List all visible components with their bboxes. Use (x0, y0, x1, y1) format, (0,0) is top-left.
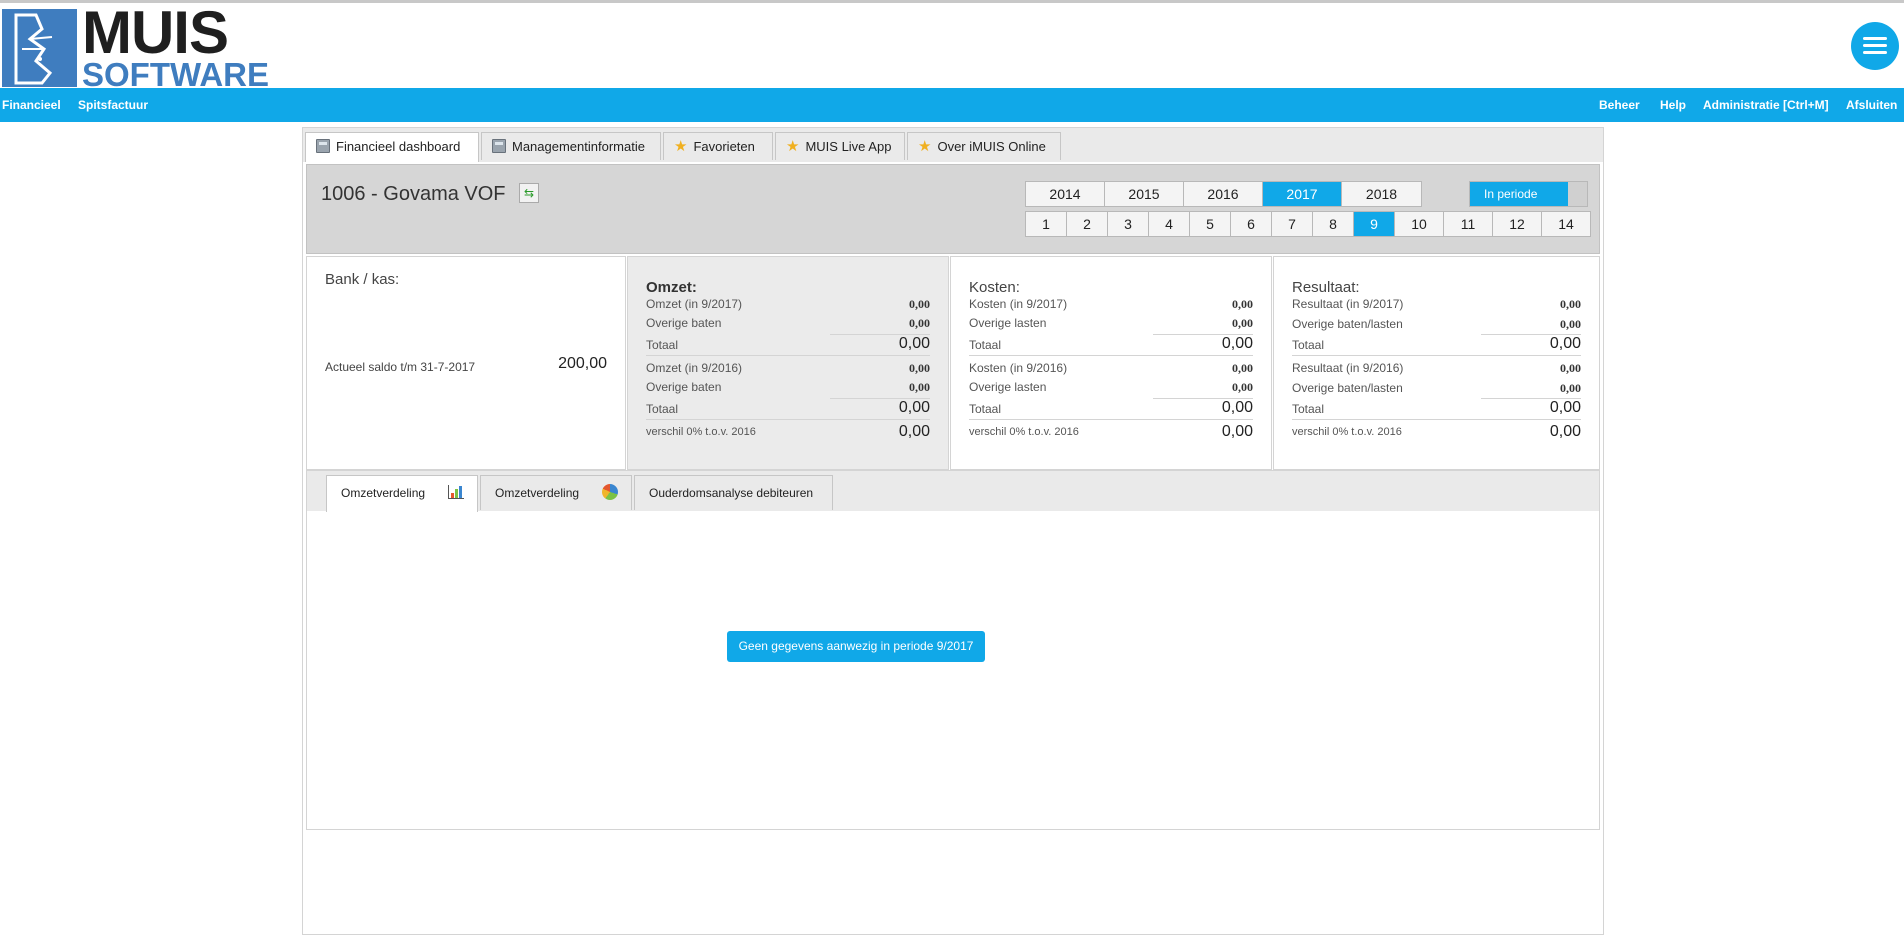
nav-help[interactable]: Help (1660, 98, 1686, 112)
resultaat-prev-total-row: Totaal 0,00 (1292, 399, 1581, 416)
year-2015[interactable]: 2015 (1105, 182, 1184, 206)
tab-managementinformatie[interactable]: Managementinformatie (481, 132, 661, 160)
resultaat-prev-other-row: Overige baten/lasten 0,00 (1292, 381, 1581, 395)
period-11[interactable]: 11 (1444, 212, 1493, 236)
omzet-cur-total-row: Totaal 0,00 (646, 335, 930, 352)
pie-chart-icon (602, 484, 619, 500)
period-1[interactable]: 1 (1026, 212, 1067, 236)
omzet-prev-other-row: Overige baten 0,00 (646, 380, 930, 394)
tab-over-imuis-online[interactable]: ★ Over iMUIS Online (907, 132, 1061, 160)
divider (969, 419, 1253, 420)
switch-administration-icon[interactable]: ⇆ (519, 183, 539, 203)
year-2017[interactable]: 2017 (1263, 182, 1342, 206)
app-header: MUIS SOFTWARE (0, 3, 1904, 91)
resultaat-title: Resultaat: (1292, 279, 1360, 296)
tab-omzetverdeling-pie[interactable]: Omzetverdeling (480, 475, 632, 510)
omzet-panel: Omzet: Omzet (in 9/2017) 0,00 Overige bat… (627, 256, 949, 470)
bank-kas-panel: Bank / kas: Actueel saldo t/m 31-7-2017 … (306, 256, 626, 470)
chart-area: Omzetverdeling Omzetverdeling Ouderdomsa… (306, 470, 1600, 830)
omzet-cur-other-row: Overige baten 0,00 (646, 316, 930, 330)
resultaat-diff-row: verschil 0% t.o.v. 2016 0,00 (1292, 423, 1581, 440)
nav-financieel[interactable]: Financieel (2, 98, 61, 112)
kosten-diff-row: verschil 0% t.o.v. 2016 0,00 (969, 423, 1253, 440)
calculator-icon (492, 139, 506, 153)
year-selector: 2014 2015 2016 2017 2018 (1025, 181, 1422, 207)
company-panel: 1006 - Govama VOF ⇆ 2014 2015 2016 2017 … (306, 164, 1600, 254)
divider (646, 419, 930, 420)
resultaat-cur-total-row: Totaal 0,00 (1292, 335, 1581, 352)
bank-saldo-label: Actueel saldo t/m 31-7-2017 (325, 360, 476, 374)
nav-afsluiten[interactable]: Afsluiten (1846, 98, 1897, 112)
logo-text-software: SOFTWARE (82, 56, 269, 93)
divider (1292, 419, 1581, 420)
company-title: 1006 - Govama VOF (321, 183, 506, 205)
summary-panels: Bank / kas: Actueel saldo t/m 31-7-2017 … (306, 256, 1600, 470)
year-2014[interactable]: 2014 (1026, 182, 1105, 206)
period-3[interactable]: 3 (1108, 212, 1149, 236)
period-selector: 1 2 3 4 5 6 7 8 9 10 11 12 14 (1025, 211, 1591, 237)
logo-mouse-icon (2, 9, 77, 87)
star-icon: ★ (918, 138, 932, 155)
tab-muis-live-app[interactable]: ★ MUIS Live App (775, 132, 905, 160)
divider (1292, 355, 1581, 356)
nav-spitsfactuur[interactable]: Spitsfactuur (78, 98, 148, 112)
kosten-prev-row: Kosten (in 9/2016) 0,00 (969, 361, 1253, 375)
resultaat-prev-row: Resultaat (in 9/2016) 0,00 (1292, 361, 1581, 375)
star-icon: ★ (674, 138, 688, 155)
period-14[interactable]: 14 (1542, 212, 1590, 236)
omzet-diff-row: verschil 0% t.o.v. 2016 0,00 (646, 423, 930, 440)
period-6[interactable]: 6 (1231, 212, 1272, 236)
kosten-title: Kosten: (969, 279, 1020, 296)
hamburger-menu-icon[interactable] (1851, 22, 1899, 70)
omzet-title: Omzet: (646, 279, 697, 296)
bank-kas-title: Bank / kas: (325, 271, 400, 288)
kosten-cur-row: Kosten (in 9/2017) 0,00 (969, 297, 1253, 311)
main-navbar: Financieel Spitsfactuur Beheer Help Admi… (0, 88, 1904, 122)
kosten-prev-other-row: Overige lasten 0,00 (969, 380, 1253, 394)
nav-administratie[interactable]: Administratie [Ctrl+M] (1703, 98, 1829, 112)
tab-favorieten[interactable]: ★ Favorieten (663, 132, 773, 160)
kosten-cur-other-row: Overige lasten 0,00 (969, 316, 1253, 330)
period-4[interactable]: 4 (1149, 212, 1190, 236)
no-data-message: Geen gegevens aanwezig in periode 9/2017 (727, 631, 985, 662)
omzet-cur-row: Omzet (in 9/2017) 0,00 (646, 297, 930, 311)
muis-software-logo[interactable]: MUIS SOFTWARE (0, 3, 269, 91)
period-7[interactable]: 7 (1272, 212, 1313, 236)
divider (969, 355, 1253, 356)
in-periode-toggle[interactable]: In periode (1469, 181, 1588, 207)
period-5[interactable]: 5 (1190, 212, 1231, 236)
period-9[interactable]: 9 (1354, 212, 1395, 236)
resultaat-cur-other-row: Overige baten/lasten 0,00 (1292, 317, 1581, 331)
chart-tabs: Omzetverdeling Omzetverdeling Ouderdomsa… (307, 471, 1599, 512)
period-10[interactable]: 10 (1395, 212, 1444, 236)
omzet-prev-row: Omzet (in 9/2016) 0,00 (646, 361, 930, 375)
bank-saldo-value: 200,00 (558, 355, 607, 372)
star-icon: ★ (786, 138, 800, 155)
omzet-prev-total-row: Totaal 0,00 (646, 399, 930, 416)
dashboard-container: Financieel dashboard Managementinformati… (302, 127, 1604, 935)
nav-beheer[interactable]: Beheer (1599, 98, 1640, 112)
in-periode-label: In periode (1470, 182, 1568, 206)
tab-ouderdomsanalyse-debiteuren[interactable]: Ouderdomsanalyse debiteuren (634, 475, 833, 510)
tab-financieel-dashboard[interactable]: Financieel dashboard (305, 132, 479, 162)
year-2016[interactable]: 2016 (1184, 182, 1263, 206)
period-8[interactable]: 8 (1313, 212, 1354, 236)
tab-omzetverdeling-bar[interactable]: Omzetverdeling (326, 475, 478, 512)
kosten-panel: Kosten: Kosten (in 9/2017) 0,00 Overige l… (950, 256, 1272, 470)
resultaat-cur-row: Resultaat (in 9/2017) 0,00 (1292, 297, 1581, 311)
dashboard-tabs: Financieel dashboard Managementinformati… (303, 128, 1603, 162)
calculator-icon (316, 139, 330, 153)
resultaat-panel: Resultaat: Resultaat (in 9/2017) 0,00 Ove… (1273, 256, 1600, 470)
period-12[interactable]: 12 (1493, 212, 1542, 236)
period-2[interactable]: 2 (1067, 212, 1108, 236)
year-2018[interactable]: 2018 (1342, 182, 1421, 206)
bar-chart-icon (448, 485, 465, 499)
divider (646, 355, 930, 356)
logo-text-muis: MUIS (82, 0, 229, 66)
kosten-prev-total-row: Totaal 0,00 (969, 399, 1253, 416)
kosten-cur-total-row: Totaal 0,00 (969, 335, 1253, 352)
